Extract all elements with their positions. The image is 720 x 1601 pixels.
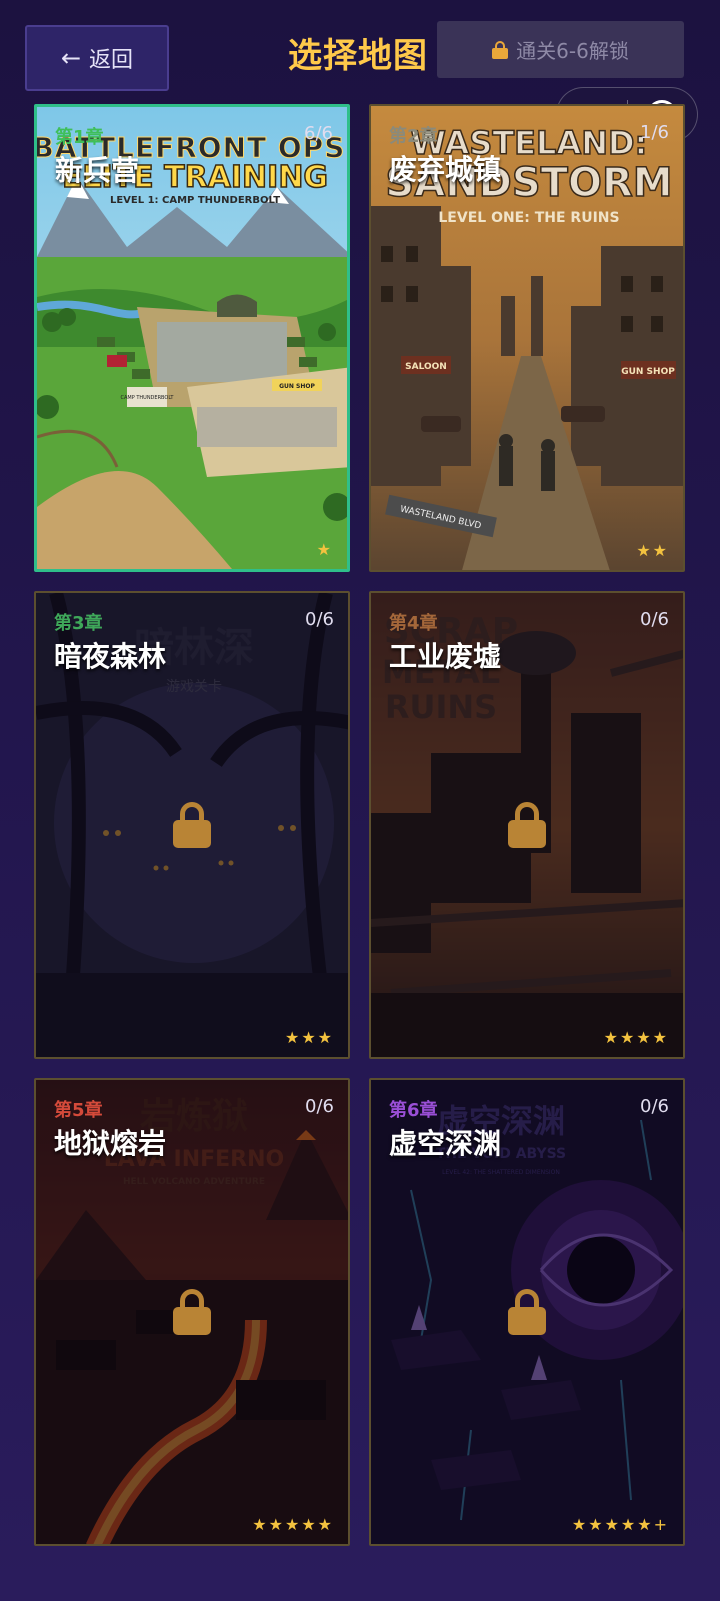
map-card-3[interactable]: 暗林深 游戏关卡 第3章 0/6 暗夜森林 ★★★ [34,591,350,1059]
difficulty-stars: ★★★ [284,1028,334,1047]
art-sign-camp: CAMP THUNDERBOLT [121,395,175,401]
lock-icon [492,40,509,59]
progress-label: 0/6 [640,1096,669,1117]
progress-label: 1/6 [640,122,669,143]
art-sign-range: GUN SHOP [279,383,315,390]
back-arrow-icon: ← [60,44,82,72]
lock-icon [508,802,546,848]
difficulty-stars: ★★★★★+ [571,1515,669,1534]
map-card-2[interactable]: SALOON GUN SHOP WASTELAND BLVD WASTELAND… [369,104,685,572]
progress-label: 6/6 [304,123,333,144]
difficulty-stars: ★ [316,540,333,559]
back-button[interactable]: ← 返回 [25,25,169,91]
lock-icon [173,802,211,848]
lock-icon [173,1289,211,1335]
back-label: 返回 [89,48,134,73]
difficulty-stars: ★★★★ [603,1028,669,1047]
chapter-label: 第4章 [389,613,438,634]
map-card-1[interactable]: GUN SHOP CAMP THUNDERBOLT BATTLEFRONT OP… [34,104,350,572]
chapter-label: 第5章 [54,1100,103,1121]
progress-label: 0/6 [640,609,669,630]
chapter-label: 第3章 [54,613,103,634]
map-card-6[interactable]: 虚空深渊 THE VOID ABYSS LEVEL 42: THE SHATTE… [369,1078,685,1546]
map-name: 工业废墟 [389,640,502,673]
map-name: 虚空深渊 [389,1127,502,1160]
art-sign-saloon: SALOON [405,362,447,372]
difficulty-stars: ★★ [636,541,669,560]
unlock-hint-badge: 通关6-6解锁 [437,21,684,78]
unlock-hint-text: 通关6-6解锁 [516,39,629,63]
map-card-4[interactable]: SCRAP METAL RUINS 第4章 0/6 工业废墟 ★★★★ [369,591,685,1059]
art-subtitle: LEVEL 1: CAMP THUNDERBOLT [110,195,280,206]
map-card-5[interactable]: 岩炼狱 LAVA INFERNO HELL VOLCANO ADVENTURE … [34,1078,350,1546]
map-name: 暗夜森林 [54,640,167,673]
chapter-label: 第2章 [389,126,438,147]
chapter-label: 第1章 [55,127,104,148]
progress-label: 0/6 [305,1096,334,1117]
difficulty-stars: ★★★★★ [252,1515,334,1534]
page-title: 选择地图 [288,36,428,76]
art-subtitle: LEVEL ONE: THE RUINS [438,210,619,226]
lock-icon [508,1289,546,1335]
map-name: 废弃城镇 [389,153,502,186]
progress-label: 0/6 [305,609,334,630]
map-name: 新兵营 [55,154,140,187]
top-bar: ← 返回 选择地图 通关6-6解锁 [0,0,720,100]
chapter-label: 第6章 [389,1100,438,1121]
art-sign-gunshop: GUN SHOP [621,367,675,377]
map-name: 地狱熔岩 [54,1127,167,1160]
